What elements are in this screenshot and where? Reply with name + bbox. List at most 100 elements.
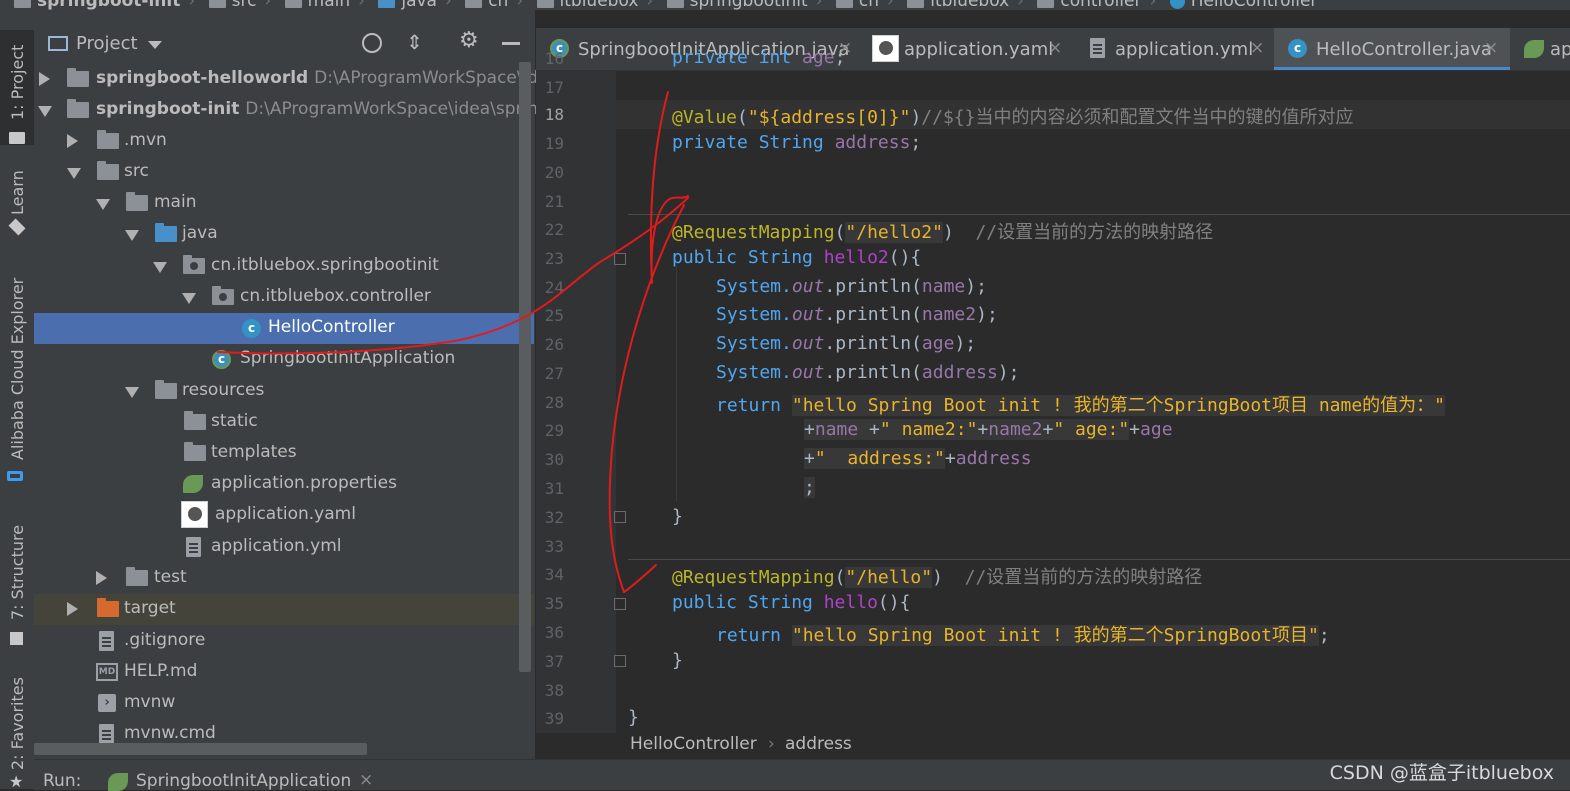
line-number: 24: [544, 278, 564, 297]
code-line-26: System.out.println(age);: [716, 333, 977, 354]
code-line-23: public String hello2(){: [672, 247, 922, 268]
fold-marker-icon[interactable]: [614, 655, 626, 667]
tree-item-gitignore[interactable]: .gitignore: [34, 626, 520, 657]
fold-marker-icon[interactable]: [614, 511, 626, 523]
nav-crumb-main[interactable]: main: [308, 0, 350, 10]
collapse-arrow-icon[interactable]: [182, 293, 196, 304]
collapse-arrow-icon[interactable]: [125, 230, 139, 241]
package-icon: [1037, 0, 1055, 8]
folder-icon: [126, 567, 148, 586]
class-icon: c: [242, 319, 261, 338]
excluded-folder-icon: [97, 598, 119, 617]
nav-crumb-project[interactable]: springboot-init: [37, 0, 180, 10]
close-icon[interactable]: ×: [359, 770, 373, 790]
chevron-down-icon[interactable]: [148, 41, 162, 49]
nav-crumb-class[interactable]: HelloController: [1191, 0, 1318, 10]
tree-item-application-yaml[interactable]: application.yaml: [34, 500, 520, 531]
module-icon: [14, 0, 31, 8]
tree-item-test[interactable]: test: [34, 563, 520, 594]
collapse-arrow-icon[interactable]: [67, 168, 81, 179]
fold-marker-icon[interactable]: [614, 598, 626, 610]
tree-item-label: HelloController: [268, 317, 395, 337]
tree-item-package-springbootinit[interactable]: cn.itbluebox.springbootinit: [34, 251, 520, 282]
nav-crumb-java[interactable]: java: [401, 0, 437, 10]
vertical-scrollbar[interactable]: [519, 62, 531, 672]
indent-guide: [676, 266, 677, 501]
fold-marker-icon[interactable]: [614, 253, 626, 265]
locate-icon[interactable]: [362, 33, 382, 53]
code-line-28: return "hello Spring Boot init ! 我的第二个Sp…: [716, 395, 1446, 416]
folder-icon: [284, 0, 302, 8]
tree-item-application-yml[interactable]: application.yml: [34, 532, 520, 563]
spring-leaf-icon: [183, 475, 203, 493]
tree-item-label: resources: [182, 380, 265, 400]
collapse-arrow-icon[interactable]: [125, 387, 139, 398]
nav-crumb-cn[interactable]: cn: [488, 0, 508, 10]
structure-icon: [10, 632, 23, 645]
breadcrumb-separator: ›: [768, 734, 775, 754]
tree-item-static[interactable]: static: [34, 407, 520, 438]
tree-item-mvn[interactable]: .mvn: [34, 126, 520, 157]
gear-icon[interactable]: ⚙: [459, 28, 479, 53]
horizontal-scrollbar[interactable]: [34, 743, 367, 755]
line-number: 18: [544, 105, 564, 124]
nav-crumb-itbluebox-2[interactable]: itbluebox: [930, 0, 1009, 10]
ignore-file-icon: [99, 631, 114, 651]
collapse-all-icon[interactable]: ⇕: [406, 30, 423, 54]
tree-item-hellocontroller[interactable]: c HelloController: [34, 313, 534, 344]
breadcrumb-class[interactable]: HelloController: [630, 734, 757, 754]
package-icon: [183, 255, 205, 274]
expand-arrow-icon[interactable]: [67, 602, 78, 616]
tool-tab-project[interactable]: 1: Project: [0, 30, 34, 145]
folder-icon: [208, 0, 226, 8]
project-view-selector[interactable]: Project: [76, 33, 138, 54]
expand-arrow-icon[interactable]: [96, 571, 107, 585]
breadcrumb-member[interactable]: address: [785, 734, 852, 754]
nav-crumb-src[interactable]: src: [232, 0, 257, 10]
tool-tab-structure[interactable]: 7: Structure: [0, 520, 34, 655]
tree-item-label: HELP.md: [124, 661, 198, 681]
package-icon: [465, 0, 483, 8]
tree-item-package-controller[interactable]: cn.itbluebox.controller: [34, 282, 520, 313]
tree-item-main[interactable]: main: [34, 188, 520, 219]
line-number: 21: [544, 192, 564, 211]
expand-arrow-icon[interactable]: [67, 134, 78, 148]
folder-icon: [184, 411, 206, 430]
collapse-arrow-icon[interactable]: [38, 106, 52, 117]
nav-crumb-controller[interactable]: controller: [1060, 0, 1141, 10]
tool-tab-learn[interactable]: Learn: [0, 160, 34, 245]
tree-item-help-md[interactable]: MD HELP.md: [34, 657, 520, 688]
tree-item-springboot-helloworld[interactable]: springboot-helloworld D:\AProgramWorkSpa…: [34, 64, 565, 95]
tree-item-target[interactable]: target: [34, 594, 534, 625]
tree-item-templates[interactable]: templates: [34, 438, 520, 469]
source-folder-icon: [155, 223, 177, 242]
collapse-arrow-icon[interactable]: [96, 199, 110, 210]
tree-item-application-properties[interactable]: application.properties: [34, 469, 520, 500]
run-config-tab[interactable]: SpringbootInitApplication: [136, 771, 351, 791]
collapse-arrow-icon[interactable]: [153, 262, 167, 273]
tree-item-label: springboot-init: [96, 99, 240, 119]
tree-item-mvnw[interactable]: › mvnw: [34, 688, 520, 719]
code-area[interactable]: 16 17 18 19 20 21 22 23 24 25 26 27 28 29 30 31 32 33 34 35…: [536, 10, 1570, 733]
tree-item-java[interactable]: java: [34, 219, 520, 250]
line-number: 27: [544, 364, 564, 383]
line-number: 23: [544, 249, 564, 268]
code-line-25: System.out.println(name2);: [716, 304, 998, 325]
minimize-icon[interactable]: [502, 42, 520, 45]
expand-arrow-icon[interactable]: [39, 72, 50, 86]
tool-tab-alibaba-cloud[interactable]: Alibaba Cloud Explorer: [0, 265, 34, 495]
tree-item-label: .mvn: [124, 130, 167, 150]
tree-item-label: mvnw: [124, 692, 176, 712]
tree-item-springboot-init[interactable]: springboot-init D:\AProgramWorkSpace\ide…: [34, 95, 560, 126]
nav-crumb-springbootinit[interactable]: springbootinit: [690, 0, 808, 10]
nav-crumb-cn-2[interactable]: cn: [859, 0, 879, 10]
tree-item-src[interactable]: src: [34, 157, 520, 188]
class-icon: [1169, 0, 1185, 9]
line-number: 36: [544, 623, 564, 642]
tool-tab-favorites[interactable]: 2: Favorites ★: [0, 670, 34, 791]
nav-crumb-itbluebox[interactable]: itbluebox: [560, 0, 639, 10]
tree-item-resources[interactable]: resources: [34, 376, 520, 407]
line-number: 32: [544, 508, 564, 527]
line-number: 35: [544, 594, 564, 613]
tree-item-springbootinitapplication[interactable]: c SpringbootInitApplication: [34, 344, 520, 375]
